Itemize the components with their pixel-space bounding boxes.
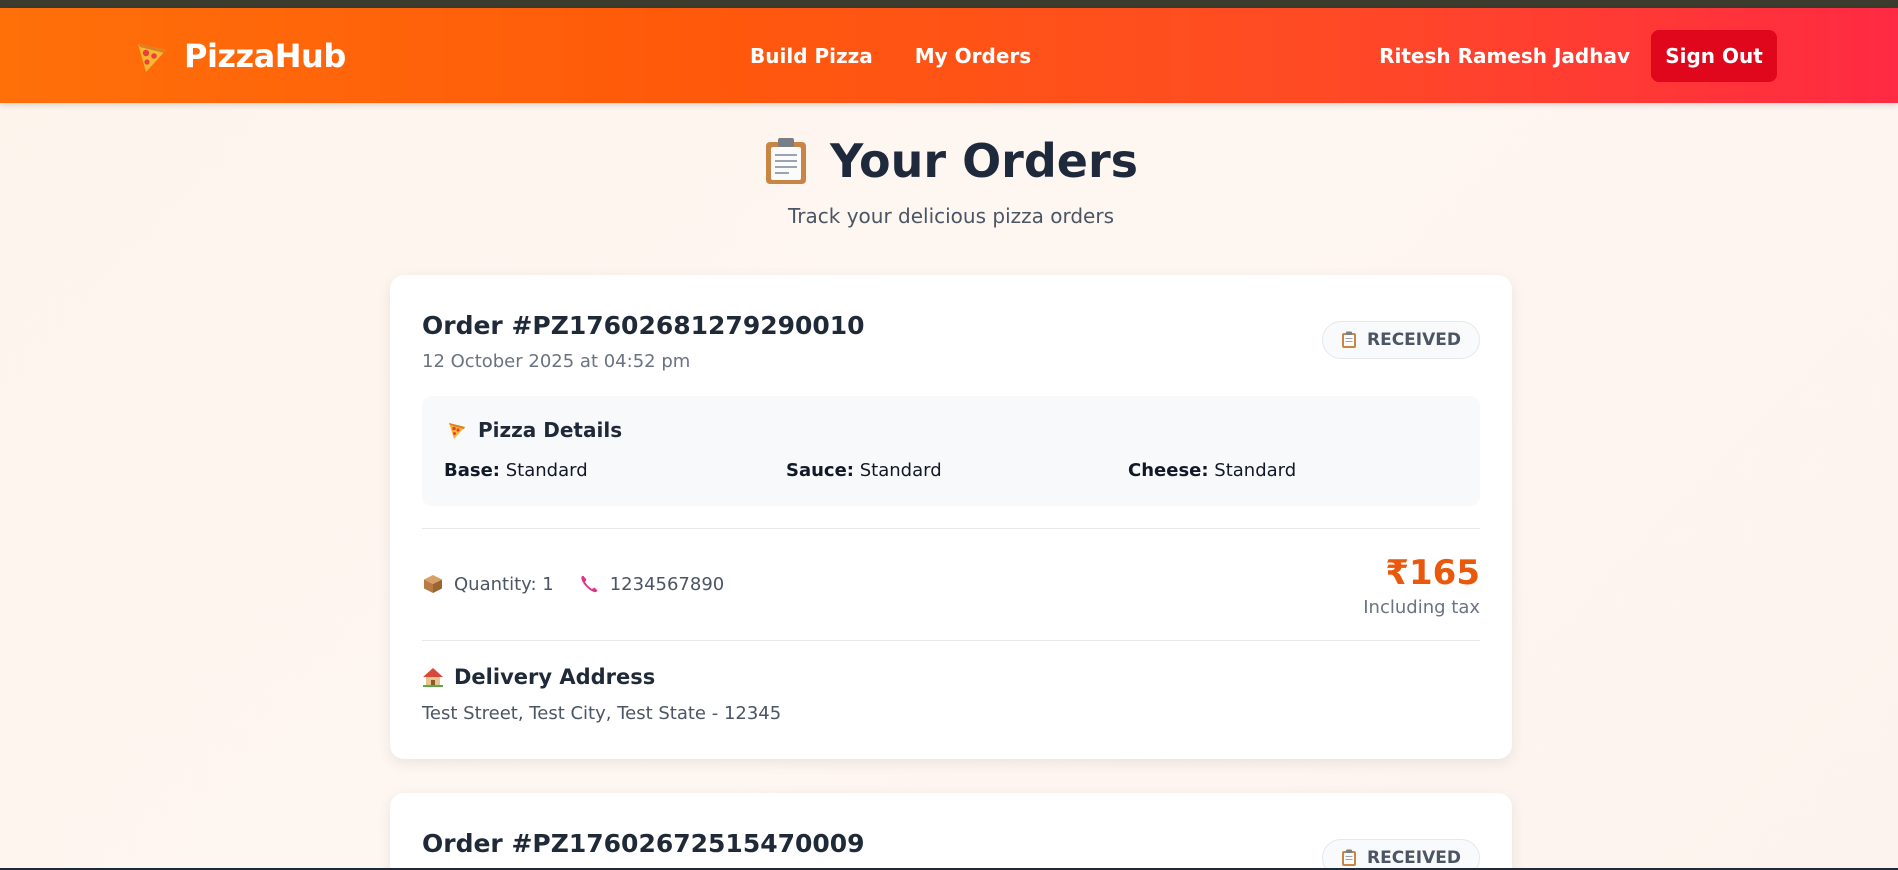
pizza-slice-icon bbox=[138, 44, 166, 72]
quantity-text: Quantity: 1 bbox=[454, 573, 554, 595]
clipboard-icon bbox=[1342, 331, 1356, 348]
status-text: RECEIVED bbox=[1367, 848, 1461, 868]
delivery-address: Test Street, Test City, Test State - 123… bbox=[422, 703, 782, 724]
spec-sauce: Sauce: Standard bbox=[786, 460, 942, 481]
sign-out-button[interactable]: Sign Out bbox=[1651, 30, 1777, 82]
delivery-address-label: Delivery Address bbox=[454, 665, 656, 689]
clipboard-icon bbox=[765, 138, 806, 184]
divider bbox=[422, 640, 1480, 641]
status-text: RECEIVED bbox=[1367, 330, 1461, 350]
quantity-item: Quantity: 1 bbox=[422, 573, 554, 595]
status-badge: RECEIVED bbox=[1322, 321, 1480, 359]
page-title: Your Orders bbox=[764, 134, 1138, 188]
window-top-strip bbox=[0, 0, 1898, 8]
page-title-text: Your Orders bbox=[829, 134, 1139, 188]
order-card: Order #PZ17602672515470009 RECEIVED bbox=[390, 793, 1512, 870]
status-badge: RECEIVED bbox=[1322, 839, 1480, 870]
user-name: Ritesh Ramesh Jadhav bbox=[1379, 44, 1630, 68]
order-meta: Quantity: 1 1234567890 bbox=[422, 573, 724, 595]
brand-name: PizzaHub bbox=[184, 37, 346, 75]
divider bbox=[422, 528, 1480, 529]
phone-icon bbox=[581, 576, 598, 593]
phone-item: 1234567890 bbox=[578, 573, 725, 595]
order-card: Order #PZ17602681279290010 12 October 20… bbox=[390, 275, 1512, 759]
order-date: 12 October 2025 at 04:52 pm bbox=[422, 351, 691, 372]
house-icon bbox=[423, 668, 443, 687]
pizza-details-label: Pizza Details bbox=[478, 418, 623, 442]
delivery-address-title: Delivery Address bbox=[422, 665, 655, 689]
page-subtitle: Track your delicious pizza orders bbox=[788, 204, 1114, 228]
nav-link-my-orders[interactable]: My Orders bbox=[915, 44, 1031, 68]
phone-text: 1234567890 bbox=[609, 573, 725, 595]
tax-note: Including tax bbox=[1363, 597, 1480, 618]
spec-cheese-label: Cheese: bbox=[1128, 460, 1209, 481]
order-id: Order #PZ17602672515470009 bbox=[422, 829, 865, 858]
package-icon bbox=[424, 575, 442, 593]
spec-base: Base: Standard bbox=[444, 460, 588, 481]
navbar: PizzaHub Build Pizza My Orders Ritesh Ra… bbox=[0, 8, 1898, 103]
nav-links: Build Pizza My Orders bbox=[750, 44, 1031, 68]
order-id: Order #PZ17602681279290010 bbox=[422, 311, 865, 340]
clipboard-icon bbox=[1342, 849, 1356, 866]
pizza-slice-icon bbox=[449, 423, 465, 439]
spec-sauce-value: Standard bbox=[859, 460, 942, 481]
spec-base-label: Base: bbox=[444, 460, 500, 481]
spec-base-value: Standard bbox=[505, 460, 588, 481]
spec-sauce-label: Sauce: bbox=[786, 460, 855, 481]
pizza-details-title: Pizza Details bbox=[446, 418, 622, 442]
page-header: Your Orders Track your delicious pizza o… bbox=[0, 134, 1898, 228]
spec-cheese: Cheese: Standard bbox=[1128, 460, 1296, 481]
brand[interactable]: PizzaHub bbox=[132, 36, 346, 76]
spec-cheese-value: Standard bbox=[1214, 460, 1297, 481]
order-price: ₹165 bbox=[1385, 553, 1480, 593]
nav-link-build-pizza[interactable]: Build Pizza bbox=[750, 44, 873, 68]
pizza-details-panel: Pizza Details Base: Standard Sauce: Stan… bbox=[422, 396, 1480, 506]
